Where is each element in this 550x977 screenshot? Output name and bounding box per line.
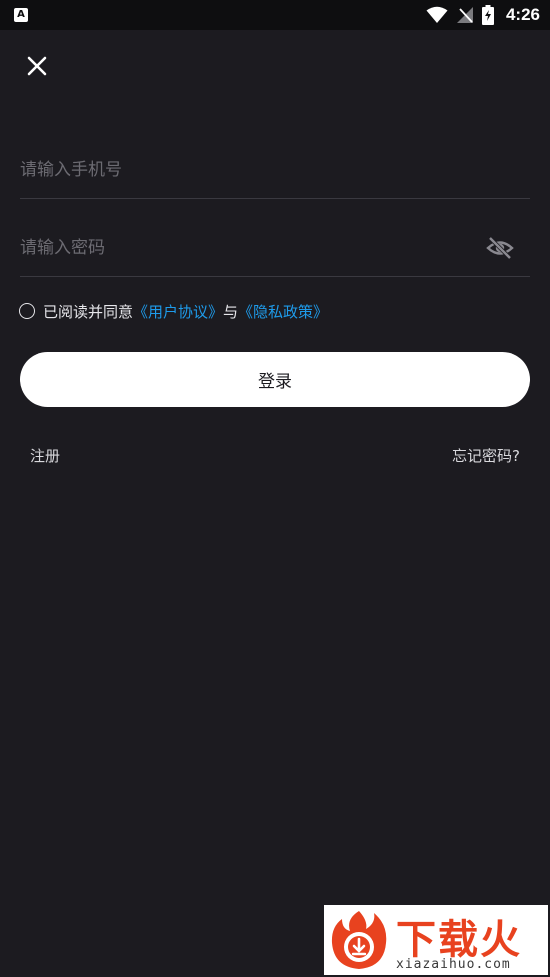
notification-app-icon: A	[14, 8, 28, 22]
watermark-subtitle: xiazaihuo.com	[396, 957, 511, 972]
no-signal-icon	[456, 7, 473, 23]
user-agreement-link[interactable]: 《用户协议》	[133, 301, 223, 322]
agreement-checkbox[interactable]	[19, 303, 35, 319]
password-input[interactable]	[20, 220, 530, 276]
close-button[interactable]	[22, 51, 52, 81]
privacy-policy-link[interactable]: 《隐私政策》	[238, 301, 328, 322]
agreement-row: 已阅读并同意 《用户协议》 与 《隐私政策》	[19, 300, 328, 322]
password-field	[20, 220, 530, 277]
battery-charging-icon	[481, 5, 494, 25]
flame-logo-icon	[331, 911, 387, 969]
agreement-prefix: 已阅读并同意	[43, 302, 134, 321]
login-button[interactable]: 登录	[20, 352, 530, 407]
forgot-password-link[interactable]: 忘记密码?	[452, 445, 520, 466]
toggle-password-visibility-button[interactable]	[486, 234, 514, 262]
phone-field	[20, 142, 530, 199]
register-link[interactable]: 注册	[30, 445, 60, 466]
phone-input[interactable]	[20, 142, 530, 198]
site-watermark: 下载火 xiazaihuo.com	[324, 905, 548, 975]
status-icons: 4:26	[426, 0, 540, 30]
close-icon	[27, 56, 47, 76]
wifi-icon	[426, 6, 448, 23]
login-screen: A 4:26 请输入手机号 已阅读并同意 《用户协议》 与 《隐私政策》 登录 …	[0, 0, 550, 977]
status-bar: A 4:26	[0, 0, 550, 30]
agreement-and: 与	[223, 302, 239, 321]
status-time: 4:26	[505, 5, 540, 24]
eye-off-icon	[486, 236, 514, 260]
